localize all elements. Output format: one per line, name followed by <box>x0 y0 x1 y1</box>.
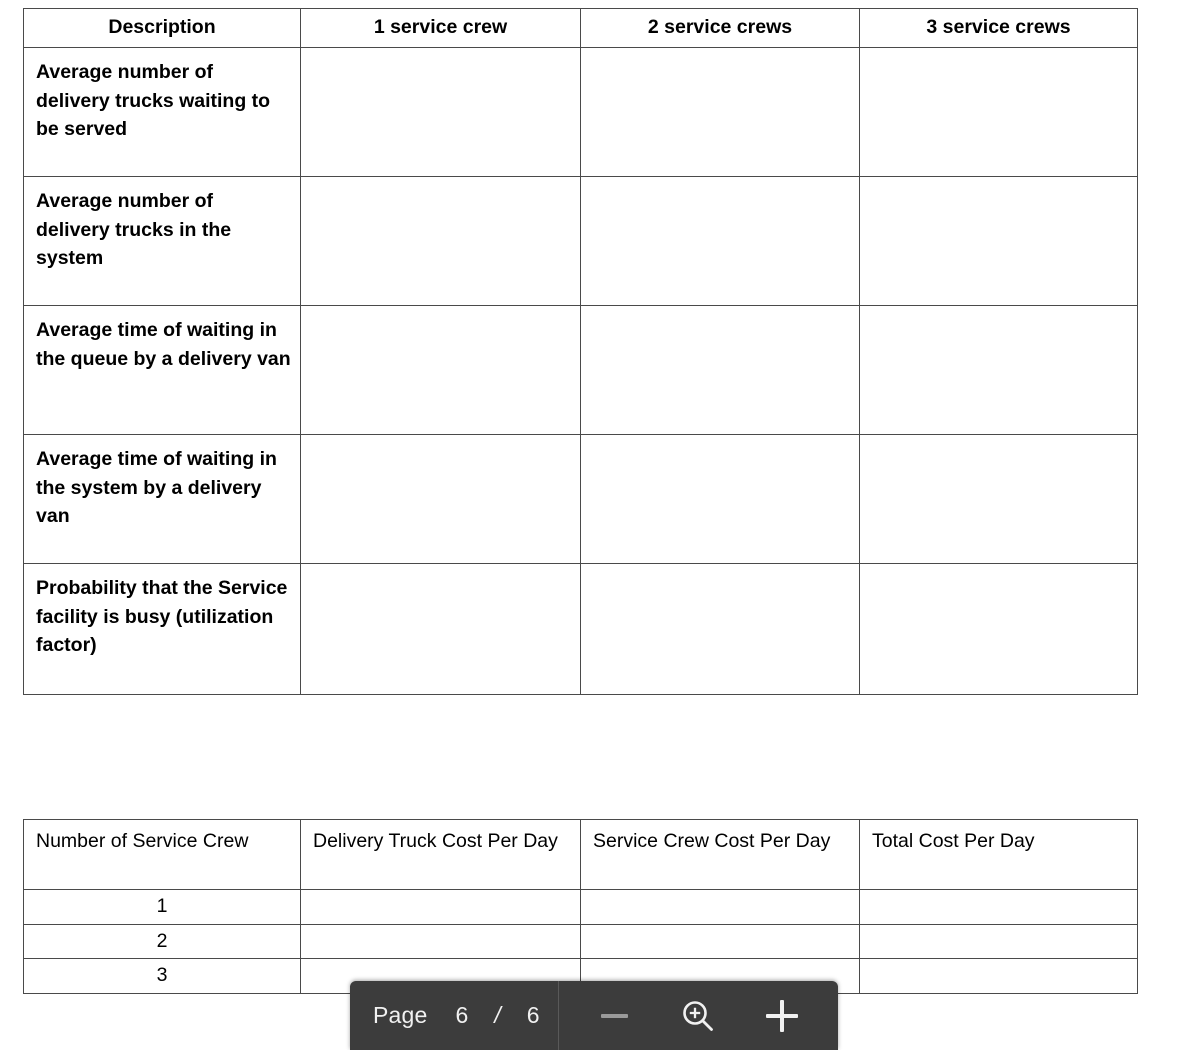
truck-cost-value[interactable] <box>300 889 581 925</box>
metric-value-crew3[interactable] <box>859 563 1138 695</box>
metric-value-crew2[interactable] <box>580 305 860 435</box>
table-row: Average number of delivery trucks waitin… <box>23 47 1138 177</box>
truck-cost-value[interactable] <box>300 923 581 960</box>
table-row: 1 <box>23 889 1138 925</box>
column-header-delivery-truck-cost: Delivery Truck Cost Per Day <box>300 819 581 890</box>
metric-value-crew1[interactable] <box>300 563 581 695</box>
minus-icon <box>600 1013 628 1018</box>
table-row: 2 <box>23 923 1138 960</box>
total-cost-value[interactable] <box>859 889 1138 925</box>
column-header-3-service-crews: 3 service crews <box>859 8 1138 48</box>
queueing-metrics-table: Description 1 service crew 2 service cre… <box>23 8 1138 695</box>
metric-value-crew3[interactable] <box>859 176 1138 306</box>
metric-description: Average number of delivery trucks in the… <box>23 176 301 306</box>
plus-icon <box>766 999 799 1032</box>
page-separator: / <box>494 1002 501 1028</box>
zoom-out-button[interactable] <box>586 988 642 1044</box>
current-page-input[interactable]: 6 <box>456 1002 469 1029</box>
metric-description: Average time of waiting in the queue by … <box>23 305 301 435</box>
crew-cost-value[interactable] <box>580 889 860 925</box>
metric-description: Average number of delivery trucks waitin… <box>23 47 301 177</box>
crew-cost-value[interactable] <box>580 923 860 960</box>
column-header-service-crew-cost: Service Crew Cost Per Day <box>580 819 860 890</box>
metric-value-crew1[interactable] <box>300 434 581 564</box>
metric-value-crew3[interactable] <box>859 47 1138 177</box>
metric-value-crew3[interactable] <box>859 305 1138 435</box>
metric-value-crew1[interactable] <box>300 305 581 435</box>
metric-value-crew2[interactable] <box>580 563 860 695</box>
pdf-viewer-toolbar: Page 6 / 6 <box>350 981 838 1050</box>
table-header-row: Description 1 service crew 2 service cre… <box>23 8 1138 48</box>
metric-description: Probability that the Service facility is… <box>23 563 301 695</box>
total-pages-label: 6 <box>526 1002 540 1028</box>
column-header-2-service-crews: 2 service crews <box>580 8 860 48</box>
crew-count-value: 3 <box>23 958 301 994</box>
table-header-row: Number of Service Crew Delivery Truck Co… <box>23 819 1138 890</box>
page-indicator-group: Page 6 / 6 <box>350 981 558 1050</box>
column-header-1-service-crew: 1 service crew <box>300 8 581 48</box>
metric-value-crew3[interactable] <box>859 434 1138 564</box>
zoom-reset-button[interactable] <box>670 988 726 1044</box>
metric-description: Average time of waiting in the system by… <box>23 434 301 564</box>
zoom-in-button[interactable] <box>754 988 810 1044</box>
metric-value-crew1[interactable] <box>300 176 581 306</box>
crew-count-value: 2 <box>23 923 301 960</box>
column-header-description: Description <box>23 8 301 48</box>
metric-value-crew2[interactable] <box>580 176 860 306</box>
table-row: Average number of delivery trucks in the… <box>23 176 1138 306</box>
table-row: Probability that the Service facility is… <box>23 563 1138 695</box>
magnifier-plus-icon <box>683 1000 714 1031</box>
zoom-controls-group <box>559 981 839 1050</box>
metric-value-crew2[interactable] <box>580 434 860 564</box>
document-page: Description 1 service crew 2 service cre… <box>0 0 1200 1050</box>
table-row: Average time of waiting in the system by… <box>23 434 1138 564</box>
page-label: Page <box>373 1002 428 1028</box>
column-header-number-of-service-crew: Number of Service Crew <box>23 819 301 890</box>
metric-value-crew2[interactable] <box>580 47 860 177</box>
column-header-total-cost: Total Cost Per Day <box>859 819 1138 890</box>
crew-count-value: 1 <box>23 889 301 925</box>
total-cost-value[interactable] <box>859 958 1138 994</box>
metric-value-crew1[interactable] <box>300 47 581 177</box>
total-cost-value[interactable] <box>859 923 1138 960</box>
table-row: Average time of waiting in the queue by … <box>23 305 1138 435</box>
cost-comparison-table: Number of Service Crew Delivery Truck Co… <box>23 819 1138 994</box>
